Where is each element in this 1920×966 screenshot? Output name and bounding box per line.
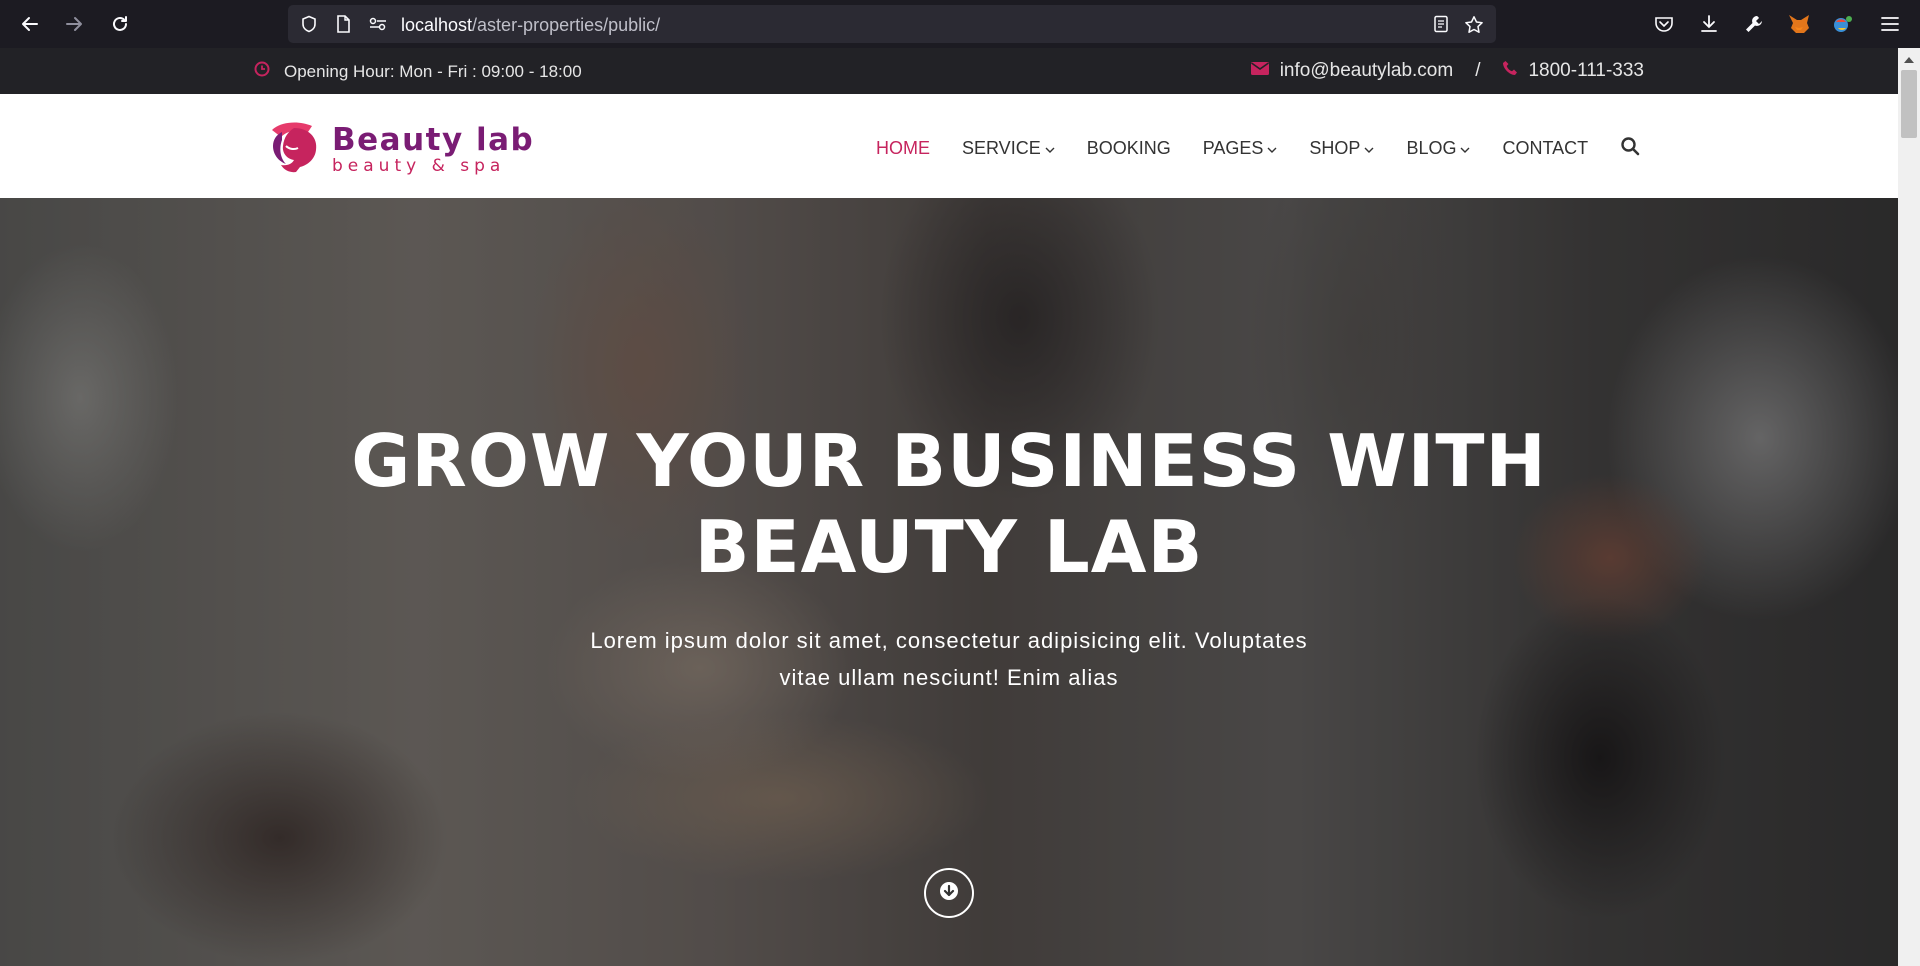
phone-number[interactable]: 1800-111-333 — [1528, 60, 1644, 82]
main-navigation: HOME SERVICE BOOKING PAGES SHOP BLOG CON… — [876, 136, 1672, 161]
url-bar[interactable]: localhost/aster-properties/public/ — [288, 5, 1496, 43]
phone-icon — [1502, 60, 1518, 82]
logo-title: Beauty lab — [332, 121, 535, 158]
url-path: /aster-properties/public/ — [472, 15, 661, 35]
nav-item-booking[interactable]: BOOKING — [1087, 138, 1171, 159]
logo-subtitle: beauty & spa — [332, 155, 506, 176]
woman-face-logo-icon — [264, 120, 324, 179]
nav-item-shop[interactable]: SHOP — [1309, 138, 1374, 159]
nav-item-contact[interactable]: CONTACT — [1502, 138, 1588, 159]
opening-hours-text: Opening Hour: Mon - Fri : 09:00 - 18:00 — [284, 61, 582, 81]
brand-logo[interactable]: Beauty lab beauty & spa — [264, 120, 534, 179]
email-link[interactable]: info@beautylab.com — [1280, 60, 1454, 82]
envelope-icon — [1250, 60, 1270, 82]
page-viewport: Opening Hour: Mon - Fri : 09:00 - 18:00 … — [0, 48, 1920, 966]
search-icon — [1620, 136, 1640, 161]
hero-subtitle: Lorem ipsum dolor sit amet, consectetur … — [549, 622, 1349, 696]
metamask-fox-icon[interactable] — [1784, 9, 1814, 39]
contact-separator: / — [1475, 60, 1481, 81]
nav-item-label: HOME — [876, 138, 930, 158]
nav-item-label: BOOKING — [1086, 138, 1171, 158]
hero-subtitle-line: Lorem ipsum dolor sit amet, consectetur … — [590, 628, 1308, 653]
nav-item-home[interactable]: HOME — [876, 138, 930, 159]
opening-hours: Opening Hour: Mon - Fri : 09:00 - 18:00 — [254, 61, 582, 82]
nav-item-pages[interactable]: PAGES — [1203, 138, 1278, 159]
reload-icon[interactable] — [104, 8, 136, 40]
site-header: Beauty lab beauty & spa HOME SERVICE BOO… — [0, 94, 1898, 198]
hero-title: GROW YOUR BUSINESS WITH BEAUTY LAB — [0, 418, 1898, 590]
bookmark-star-icon[interactable] — [1464, 15, 1484, 40]
page-scrollbar[interactable] — [1898, 48, 1920, 966]
hero-subtitle-line: vitae ullam nesciunt! Enim alias — [779, 665, 1119, 690]
browser-toolbar: localhost/aster-properties/public/ — [0, 0, 1920, 48]
nav-item-label: CONTACT — [1502, 138, 1589, 158]
clock-icon — [254, 61, 270, 82]
nav-item-label: SERVICE — [962, 138, 1041, 158]
extension-icon[interactable] — [1828, 9, 1858, 39]
chevron-down-icon — [1460, 138, 1470, 159]
shield-icon[interactable] — [300, 15, 318, 38]
hero-banner: GROW YOUR BUSINESS WITH BEAUTY LAB Lorem… — [0, 198, 1898, 966]
wrench-icon[interactable] — [1739, 9, 1769, 39]
nav-item-service[interactable]: SERVICE — [962, 138, 1055, 159]
chevron-down-icon — [1045, 138, 1055, 159]
scroll-up-arrow-icon[interactable] — [1903, 52, 1915, 70]
chevron-down-icon — [1267, 138, 1277, 159]
pocket-icon[interactable] — [1649, 9, 1679, 39]
url-text[interactable]: localhost/aster-properties/public/ — [401, 15, 660, 36]
url-host: localhost — [401, 15, 473, 35]
back-arrow-icon[interactable] — [14, 8, 46, 40]
page-icon[interactable] — [335, 15, 351, 38]
chevron-down-icon — [1364, 138, 1374, 159]
download-icon[interactable] — [1694, 9, 1724, 39]
hero-title-line: BEAUTY LAB — [694, 505, 1204, 589]
forward-arrow-icon[interactable] — [58, 8, 90, 40]
nav-item-blog[interactable]: BLOG — [1406, 138, 1470, 159]
reader-mode-icon[interactable] — [1432, 15, 1450, 38]
scrollbar-thumb[interactable] — [1901, 70, 1917, 138]
hamburger-menu-icon[interactable] — [1875, 9, 1905, 39]
search-button[interactable] — [1620, 136, 1640, 161]
scroll-down-button[interactable] — [924, 868, 974, 918]
info-topbar: Opening Hour: Mon - Fri : 09:00 - 18:00 … — [0, 48, 1898, 94]
permissions-icon[interactable] — [368, 15, 388, 38]
nav-item-label: SHOP — [1309, 138, 1361, 158]
nav-item-label: BLOG — [1406, 138, 1457, 158]
hero-title-line: GROW YOUR BUSINESS WITH — [351, 419, 1547, 503]
arrow-down-icon — [939, 881, 959, 906]
nav-item-label: PAGES — [1202, 138, 1264, 158]
contact-info: info@beautylab.com / 1800-111-333 — [1250, 60, 1644, 82]
